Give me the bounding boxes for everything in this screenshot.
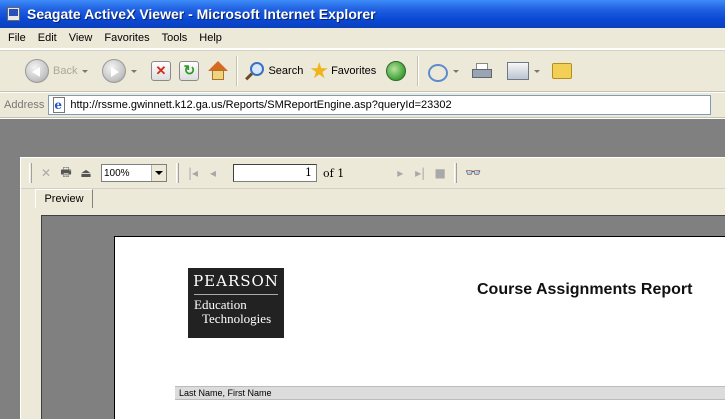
report-canvas[interactable]: PEARSON Education Technologies Course As… (41, 215, 725, 419)
print-button[interactable] (464, 55, 500, 87)
search-button[interactable]: Search (242, 55, 306, 87)
viewer-toolbar: ✕ 🖶 ⏏ 100% |◂ ◂ 1 of 1 ▸ ▸| ■ 👓 (21, 158, 725, 189)
mail-button[interactable] (423, 55, 464, 87)
mail-dropdown-icon (453, 69, 460, 73)
address-label: Address (4, 99, 45, 111)
logo-rule (194, 294, 278, 295)
logo-line-2: Technologies (202, 311, 272, 326)
folder-icon (552, 63, 573, 79)
menu-help[interactable]: Help (195, 32, 230, 44)
zoom-value: 100% (104, 167, 130, 179)
window-title: Seagate ActiveX Viewer - Microsoft Inter… (27, 6, 376, 22)
address-input[interactable]: e http://rssme.gwinnett.k12.ga.us/Report… (48, 95, 712, 115)
home-icon (207, 60, 229, 82)
menu-view[interactable]: View (65, 32, 101, 44)
stop-button[interactable] (148, 55, 176, 87)
forward-dropdown-icon (131, 69, 138, 73)
zoom-dropdown[interactable]: 100% (101, 164, 167, 182)
favorites-star-icon: ★ (309, 58, 330, 83)
refresh-icon (179, 61, 200, 81)
forward-button[interactable] (99, 55, 148, 87)
refresh-button[interactable] (176, 55, 204, 87)
pearson-logo: PEARSON Education Technologies (188, 268, 284, 338)
dropdown-arrow-icon[interactable] (151, 165, 166, 181)
menu-edit[interactable]: Edit (34, 32, 65, 44)
last-page-icon[interactable]: ▸| (411, 164, 429, 182)
toolbar-grip (454, 163, 458, 183)
ie-page-icon: e (51, 97, 67, 113)
media-icon (386, 61, 407, 81)
discuss-button[interactable] (545, 55, 575, 87)
close-icon[interactable]: ✕ (37, 164, 55, 182)
viewer-app-icon (6, 6, 22, 22)
logo-line-1: Education (194, 297, 247, 312)
favorites-button[interactable]: ★ Favorites (306, 55, 379, 87)
search-label: Search (268, 65, 304, 77)
title-bar[interactable]: Seagate ActiveX Viewer - Microsoft Inter… (0, 0, 725, 28)
back-dropdown-icon (82, 69, 89, 73)
toolbar-separator (236, 56, 239, 86)
edit-dropdown-icon (534, 69, 541, 73)
menu-favorites[interactable]: Favorites (100, 32, 157, 44)
browser-content: ✕ 🖶 ⏏ 100% |◂ ◂ 1 of 1 ▸ ▸| ■ 👓 Preview … (0, 119, 725, 419)
printer-icon (471, 62, 493, 80)
forward-arrow-icon (102, 59, 127, 83)
toolbar-grip (29, 163, 32, 183)
back-label: Back (53, 65, 78, 77)
home-button[interactable] (204, 55, 232, 87)
tab-preview[interactable]: Preview (35, 189, 93, 208)
print-icon[interactable]: 🖶 (57, 164, 75, 182)
search-icon (245, 61, 265, 81)
edit-page-icon (507, 62, 530, 80)
address-url: http://rssme.gwinnett.k12.ga.us/Reports/… (70, 99, 452, 111)
stop-icon (151, 61, 172, 81)
toolbar-separator (417, 56, 420, 86)
report-title: Course Assignments Report (477, 281, 693, 298)
menu-tools[interactable]: Tools (158, 32, 196, 44)
activex-report-viewer: ✕ 🖶 ⏏ 100% |◂ ◂ 1 of 1 ▸ ▸| ■ 👓 Preview … (20, 157, 725, 419)
first-page-icon[interactable]: |◂ (184, 164, 202, 182)
page-total: of 1 (323, 166, 345, 180)
page-number-input[interactable]: 1 (233, 164, 317, 182)
column-header-name: Last Name, First Name (175, 386, 725, 400)
menu-file[interactable]: File (4, 32, 34, 44)
binoculars-search-icon[interactable]: 👓 (465, 166, 481, 181)
mail-icon (426, 61, 449, 82)
back-button[interactable]: Back (22, 55, 99, 87)
toolbar-grip (176, 163, 179, 183)
back-arrow-icon (25, 59, 49, 83)
media-button[interactable] (379, 55, 413, 87)
report-page: PEARSON Education Technologies Course As… (114, 236, 725, 419)
previous-page-icon[interactable]: ◂ (204, 164, 222, 182)
edit-button[interactable] (500, 55, 545, 87)
logo-name: PEARSON (193, 272, 279, 290)
standard-toolbar: Back Search ★ Favorites (0, 50, 725, 92)
favorites-label: Favorites (331, 65, 377, 77)
stop-loading-icon[interactable]: ■ (431, 164, 449, 182)
address-bar: Address e http://rssme.gwinnett.k12.ga.u… (0, 93, 725, 118)
menu-bar: File Edit View Favorites Tools Help (0, 28, 725, 49)
export-icon[interactable]: ⏏ (77, 164, 95, 182)
next-page-icon[interactable]: ▸ (391, 164, 409, 182)
